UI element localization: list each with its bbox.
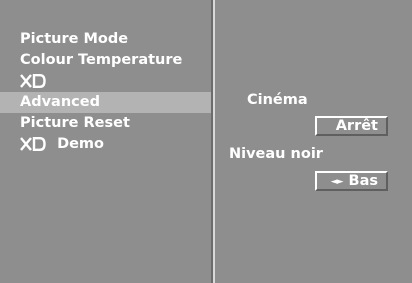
menu-item-advanced[interactable]: Advanced [0, 92, 211, 113]
menu-item-label: Picture Reset [20, 115, 130, 131]
menu-item-label: Picture Mode [20, 31, 129, 47]
cinema-label: Cinéma [247, 92, 308, 108]
left-right-arrows-icon: ◄► [330, 177, 344, 187]
black-level-value: Bas [348, 173, 378, 189]
main-menu-panel: Picture Mode Colour Temperature Advanced… [0, 0, 211, 283]
menu-item-colour-temperature[interactable]: Colour Temperature [0, 50, 211, 71]
advanced-settings-panel: Cinéma Arrêt Niveau noir ◄► Bas [217, 0, 412, 283]
xd-logo-icon [20, 137, 46, 151]
menu-item-label: Demo [57, 136, 105, 152]
cinema-value: Arrêt [335, 118, 378, 134]
menu-item-xd[interactable] [0, 71, 211, 92]
menu-item-picture-mode[interactable]: Picture Mode [0, 29, 211, 50]
menu-item-label: Advanced [20, 94, 100, 110]
black-level-label: Niveau noir [229, 146, 323, 162]
xd-logo-icon [20, 74, 46, 88]
menu-item-label: Colour Temperature [20, 52, 183, 68]
osd-menu: Picture Mode Colour Temperature Advanced… [0, 0, 412, 283]
menu-item-xd-demo[interactable]: Demo [0, 134, 211, 155]
black-level-value-box[interactable]: ◄► Bas [315, 171, 388, 191]
menu-item-picture-reset[interactable]: Picture Reset [0, 113, 211, 134]
cinema-value-box[interactable]: Arrêt [315, 116, 388, 136]
